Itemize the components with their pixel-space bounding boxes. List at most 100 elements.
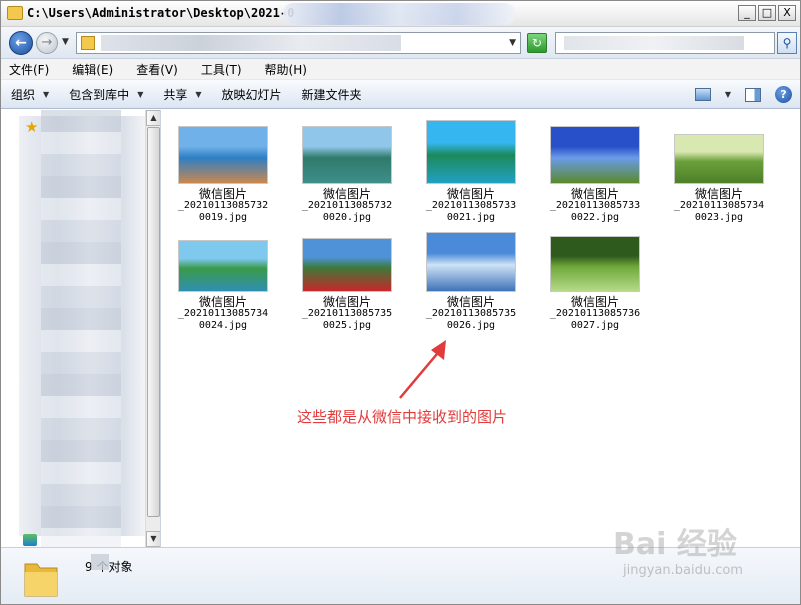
file-item[interactable]: 微信图片 _20210113085733 0021.jpg — [412, 118, 530, 224]
thumbnail-frame — [536, 226, 654, 292]
navigation-pane[interactable]: ★ ▲ ▼ — [1, 110, 161, 547]
close-button[interactable]: X — [778, 5, 796, 21]
file-label: 微信图片 — [694, 187, 743, 201]
annotation-arrow-icon — [399, 340, 446, 399]
menu-help[interactable]: 帮助(H) — [263, 61, 309, 78]
file-label: 微信图片 — [198, 187, 247, 201]
file-item[interactable]: 微信图片 _20210113085734 0023.jpg — [660, 118, 778, 224]
menu-edit[interactable]: 编辑(E) — [70, 61, 115, 78]
image-thumbnail[interactable] — [302, 126, 392, 184]
redacted-region — [101, 35, 401, 51]
file-label: 微信图片 — [570, 295, 619, 309]
watermark-url: jingyan.baidu.com — [623, 563, 743, 578]
thumbnail-frame — [288, 118, 406, 184]
new-folder-label: 新建文件夹 — [301, 87, 362, 102]
image-thumbnail[interactable] — [178, 240, 268, 292]
file-name-line1: _20210113085732 — [301, 200, 393, 211]
preview-pane-icon[interactable] — [745, 87, 761, 102]
file-item[interactable]: 微信图片 _20210113085735 0026.jpg — [412, 226, 530, 332]
file-label: 微信图片 — [446, 295, 495, 309]
file-label: 微信图片 — [322, 187, 371, 201]
thumbnail-frame — [164, 226, 282, 292]
change-view-icon[interactable] — [694, 88, 711, 101]
file-item[interactable]: 微信图片 _20210113085733 0022.jpg — [536, 118, 654, 224]
title-bar: C:\Users\Administrator\Desktop\2021-0 _ … — [1, 1, 800, 27]
file-label: 微信图片 — [570, 187, 619, 201]
file-name-line2: 0027.jpg — [570, 320, 620, 331]
refresh-icon[interactable]: ↻ — [527, 33, 547, 53]
maximize-button[interactable]: □ — [758, 5, 776, 21]
thumbnail-frame — [536, 118, 654, 184]
menu-bar: 文件(F) 编辑(E) 查看(V) 工具(T) 帮助(H) — [1, 59, 800, 79]
favorites-star-icon[interactable]: ★ — [25, 118, 38, 136]
chevron-down-icon[interactable]: ▼ — [725, 90, 731, 99]
recent-pages-dropdown-icon[interactable]: ▼ — [62, 37, 69, 47]
image-thumbnail[interactable] — [550, 236, 640, 292]
menu-view[interactable]: 查看(V) — [134, 61, 180, 78]
share-label: 共享 — [163, 87, 188, 102]
menu-tools[interactable]: 工具(T) — [199, 61, 244, 78]
baidu-watermark: Bai 经验 jingyan.baidu.com — [613, 519, 783, 589]
file-item[interactable]: 微信图片 _20210113085734 0024.jpg — [164, 226, 282, 332]
command-bar: 组织 ▼ 包含到库中 ▼ 共享 ▼ 放映幻灯片 新建文件夹 ▼ ? — [1, 79, 800, 109]
file-label: 微信图片 — [198, 295, 247, 309]
chevron-down-icon: ▼ — [43, 89, 50, 99]
scroll-up-icon[interactable]: ▲ — [146, 110, 160, 126]
network-icon[interactable] — [23, 534, 37, 546]
slideshow-label: 放映幻灯片 — [221, 87, 282, 102]
annotation-text: 这些都是从微信中接收到的图片 — [297, 408, 508, 426]
explorer-window: C:\Users\Administrator\Desktop\2021-0 _ … — [0, 0, 801, 605]
redacted-region — [41, 110, 121, 547]
window-title: C:\Users\Administrator\Desktop\2021-0 — [27, 6, 295, 20]
help-icon[interactable]: ? — [775, 86, 792, 103]
scrollbar-thumb[interactable] — [147, 127, 160, 517]
thumbnail-frame — [412, 118, 530, 184]
image-thumbnail[interactable] — [302, 238, 392, 292]
include-in-library-label: 包含到库中 — [69, 87, 130, 102]
file-name-line2: 0026.jpg — [446, 320, 496, 331]
file-name-line1: _20210113085734 — [673, 200, 765, 211]
image-thumbnail[interactable] — [178, 126, 268, 184]
address-input[interactable]: ▼ — [76, 32, 521, 54]
search-icon[interactable]: ⚲ — [777, 32, 797, 54]
image-thumbnail[interactable] — [426, 120, 516, 184]
include-in-library-button[interactable]: 包含到库中 ▼ — [69, 86, 143, 103]
navigation-scrollbar[interactable]: ▲ ▼ — [145, 110, 160, 547]
folder-icon — [7, 6, 23, 20]
forward-arrow-icon[interactable]: → — [36, 32, 58, 54]
file-name-line1: _20210113085735 — [301, 308, 393, 319]
scroll-down-icon[interactable]: ▼ — [146, 531, 160, 547]
chevron-down-icon[interactable]: ▼ — [509, 38, 516, 48]
address-bar: ← → ▼ ▼ ↻ ⚲ — [1, 27, 800, 59]
redacted-region — [283, 3, 515, 25]
menu-file[interactable]: 文件(F) — [7, 61, 51, 78]
file-item[interactable]: 微信图片 _20210113085736 0027.jpg — [536, 226, 654, 332]
file-name-line1: _20210113085735 — [425, 308, 517, 319]
image-thumbnail[interactable] — [550, 126, 640, 184]
file-name-line2: 0019.jpg — [198, 212, 248, 223]
file-item[interactable]: 微信图片 _20210113085732 0019.jpg — [164, 118, 282, 224]
search-input[interactable] — [555, 32, 775, 54]
back-arrow-icon[interactable]: ← — [9, 31, 33, 55]
file-name-line1: _20210113085733 — [425, 200, 517, 211]
organize-button[interactable]: 组织 ▼ — [11, 86, 49, 103]
new-folder-button[interactable]: 新建文件夹 — [302, 86, 362, 103]
redacted-region — [91, 554, 109, 570]
file-name-line2: 0022.jpg — [570, 212, 620, 223]
chevron-down-icon: ▼ — [137, 89, 144, 99]
image-thumbnail[interactable] — [674, 134, 764, 184]
minimize-button[interactable]: _ — [738, 5, 756, 21]
file-name-line2: 0023.jpg — [694, 212, 744, 223]
thumbnail-frame — [412, 226, 530, 292]
share-button[interactable]: 共享 ▼ — [163, 86, 201, 103]
file-name-line2: 0024.jpg — [198, 320, 248, 331]
file-name-line2: 0020.jpg — [322, 212, 372, 223]
image-thumbnail[interactable] — [426, 232, 516, 292]
thumbnail-frame — [660, 118, 778, 184]
watermark-main: Bai 经验 — [613, 527, 737, 562]
file-name-line1: _20210113085736 — [549, 308, 641, 319]
slideshow-button[interactable]: 放映幻灯片 — [222, 86, 282, 103]
file-item[interactable]: 微信图片 _20210113085735 0025.jpg — [288, 226, 406, 332]
file-name-line2: 0021.jpg — [446, 212, 496, 223]
file-item[interactable]: 微信图片 _20210113085732 0020.jpg — [288, 118, 406, 224]
